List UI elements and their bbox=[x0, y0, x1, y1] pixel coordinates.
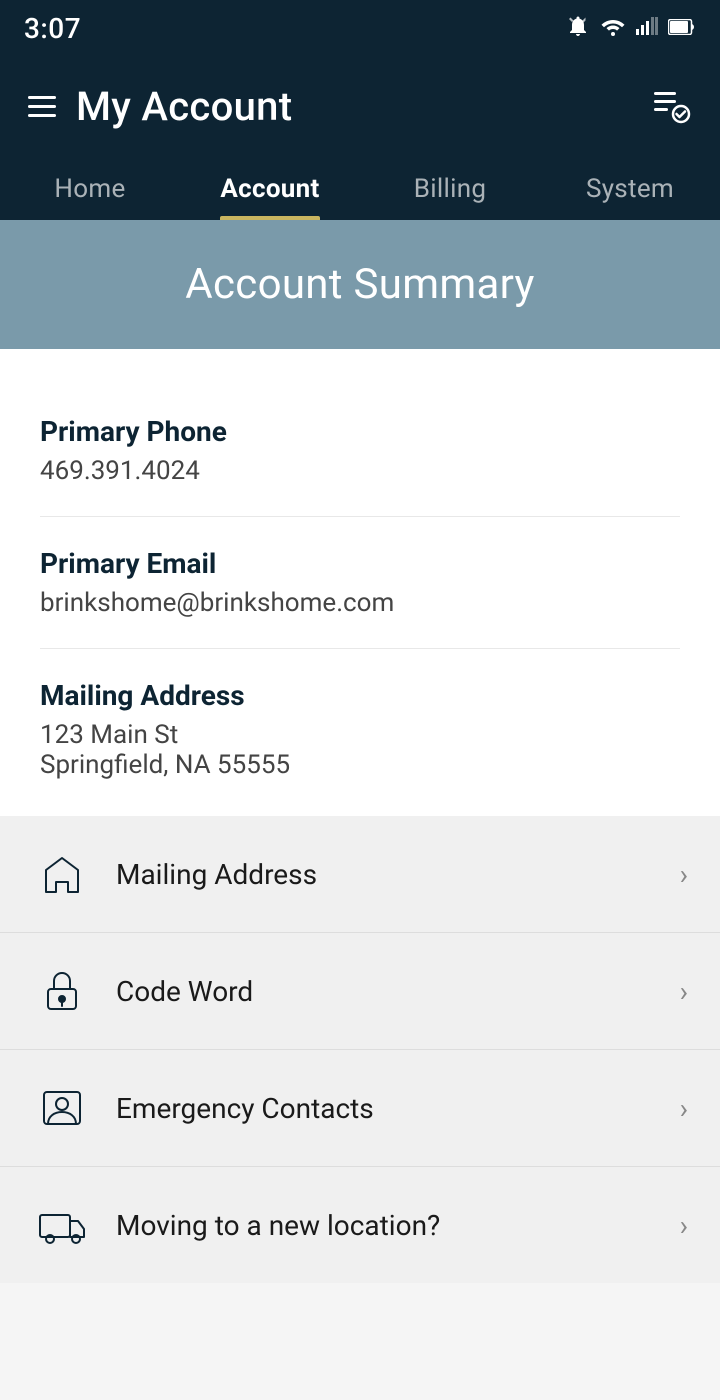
chevron-right-icon: › bbox=[680, 1092, 688, 1125]
alarm-icon bbox=[566, 14, 590, 43]
battery-icon bbox=[668, 16, 696, 40]
page-title: My Account bbox=[76, 83, 292, 130]
contacts-icon bbox=[32, 1078, 92, 1138]
header-right bbox=[648, 84, 692, 128]
home-icon bbox=[32, 844, 92, 904]
mailing-address-field: Mailing Address 123 Main StSpringfield, … bbox=[40, 649, 680, 816]
tab-bar: Home Account Billing System bbox=[0, 156, 720, 220]
menu-item-moving[interactable]: Moving to a new location? › bbox=[0, 1167, 720, 1283]
moving-menu-label: Moving to a new location? bbox=[116, 1209, 680, 1242]
mailing-address-value: 123 Main StSpringfield, NA 55555 bbox=[40, 720, 680, 780]
chevron-right-icon: › bbox=[680, 1209, 688, 1242]
menu-list: Mailing Address › Code Word › Emergency … bbox=[0, 816, 720, 1283]
primary-email-field: Primary Email brinkshome@brinkshome.com bbox=[40, 517, 680, 649]
tab-home[interactable]: Home bbox=[0, 156, 180, 220]
hamburger-menu-button[interactable] bbox=[28, 96, 56, 117]
emergency-contacts-menu-label: Emergency Contacts bbox=[116, 1092, 680, 1125]
chevron-right-icon: › bbox=[680, 975, 688, 1008]
primary-phone-value: 469.391.4024 bbox=[40, 456, 680, 486]
tab-billing[interactable]: Billing bbox=[360, 156, 540, 220]
header-left: My Account bbox=[28, 83, 292, 130]
menu-item-emergency-contacts[interactable]: Emergency Contacts › bbox=[0, 1050, 720, 1167]
primary-phone-field: Primary Phone 469.391.4024 bbox=[40, 385, 680, 517]
tab-account[interactable]: Account bbox=[180, 156, 360, 220]
primary-email-value: brinkshome@brinkshome.com bbox=[40, 588, 680, 618]
truck-icon bbox=[32, 1195, 92, 1255]
primary-email-label: Primary Email bbox=[40, 547, 680, 580]
account-summary-banner: Account Summary bbox=[0, 220, 720, 349]
list-check-button[interactable] bbox=[648, 84, 692, 128]
banner-title: Account Summary bbox=[185, 260, 534, 309]
header: My Account bbox=[0, 56, 720, 156]
mailing-address-label: Mailing Address bbox=[40, 679, 680, 712]
menu-item-mailing-address[interactable]: Mailing Address › bbox=[0, 816, 720, 933]
primary-phone-label: Primary Phone bbox=[40, 415, 680, 448]
status-icons bbox=[566, 14, 696, 43]
status-bar: 3:07 bbox=[0, 0, 720, 56]
status-time: 3:07 bbox=[24, 12, 81, 45]
menu-item-code-word[interactable]: Code Word › bbox=[0, 933, 720, 1050]
lock-icon bbox=[32, 961, 92, 1021]
signal-icon bbox=[636, 16, 658, 40]
wifi-icon bbox=[600, 16, 626, 41]
mailing-address-menu-label: Mailing Address bbox=[116, 858, 680, 891]
account-info-section: Primary Phone 469.391.4024 Primary Email… bbox=[0, 349, 720, 816]
chevron-right-icon: › bbox=[680, 858, 688, 891]
code-word-menu-label: Code Word bbox=[116, 975, 680, 1008]
tab-system[interactable]: System bbox=[540, 156, 720, 220]
